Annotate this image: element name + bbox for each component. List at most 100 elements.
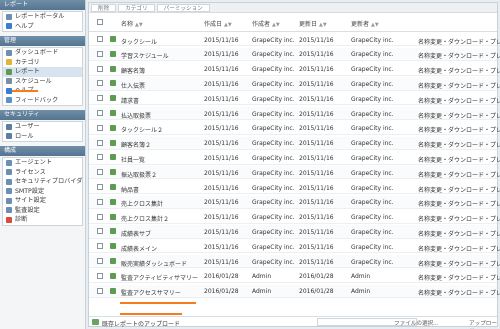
row-actions[interactable]: 名称変更・ダウンロード・プレビュー: [418, 185, 500, 194]
sidebar-item[interactable]: フィードバック: [3, 96, 82, 106]
delete-button[interactable]: 削除: [91, 4, 117, 12]
row-checkbox[interactable]: [97, 272, 103, 279]
row-checkbox[interactable]: [97, 95, 103, 102]
row-checkbox[interactable]: [97, 258, 103, 264]
table-row[interactable]: 成績表メイン 2015/11/16 GrapeCity inc. 2015/11/16…: [89, 240, 500, 254]
table-row[interactable]: 売上クロス集計２ 2015/11/16 GrapeCity inc. 2015/11/…: [89, 211, 500, 224]
col-created[interactable]: 作成日 ▲▼: [204, 19, 232, 28]
report-name-link[interactable]: 社員一覧: [121, 155, 145, 164]
table-row[interactable]: 監査アクセスサマリー 2016/01/28 Admin 2016/01/28 Admin…: [89, 284, 500, 298]
row-actions[interactable]: 名称変更・ダウンロード・プレビュー: [418, 66, 500, 75]
table-row[interactable]: 仕入伝票 2015/11/16 GrapeCity inc. 2015/11/16 Gr…: [89, 77, 500, 91]
row-actions[interactable]: 名称変更・ダウンロード・プレビュー: [418, 288, 500, 297]
table-row[interactable]: 社員一覧 2015/11/16 GrapeCity inc. 2015/11/16 Gr…: [89, 151, 500, 165]
row-checkbox[interactable]: [97, 36, 103, 42]
row-actions[interactable]: 名称変更・ダウンロード・プレビュー: [418, 96, 500, 105]
table-row[interactable]: 監査アクティビティサマリー 2016/01/28 Admin 2016/01/28 Ad…: [89, 270, 500, 284]
table-row[interactable]: 顧客名簿 2015/11/16 GrapeCity inc. 2015/11/16 Gr…: [89, 63, 500, 76]
sidebar-item[interactable]: ダッシュボード: [3, 48, 82, 58]
row-checkbox[interactable]: [97, 65, 103, 72]
row-checkbox[interactable]: [97, 154, 103, 161]
row-checkbox[interactable]: [97, 139, 103, 146]
report-name-link[interactable]: 売上クロス集計２: [121, 214, 169, 223]
row-checkbox[interactable]: [97, 50, 103, 57]
report-name-link[interactable]: 成績表メイン: [121, 244, 157, 253]
report-name-link[interactable]: 顧客名簿: [121, 66, 145, 75]
sidebar-item[interactable]: ユーザー: [3, 122, 82, 132]
table-row[interactable]: 払込取扱票 2015/11/16 GrapeCity inc. 2015/11/16 G…: [89, 107, 500, 121]
row-actions[interactable]: 名称変更・ダウンロード・プレビュー: [418, 259, 500, 268]
report-name-link[interactable]: タックシール: [121, 37, 157, 46]
sidebar-item[interactable]: ヘルプ: [3, 22, 82, 32]
report-name-link[interactable]: 売上クロス集計: [121, 199, 163, 208]
category-button[interactable]: カテゴリ: [118, 4, 155, 12]
col-creator[interactable]: 作成者 ▲▼: [252, 19, 280, 28]
sidebar-item[interactable]: セキュリティプロバイダ: [3, 177, 82, 187]
report-name-link[interactable]: 監査アクセスサマリー: [121, 288, 181, 297]
sidebar-section: ユーザー ロール: [2, 121, 83, 142]
row-checkbox[interactable]: [97, 228, 103, 235]
row-actions[interactable]: 名称変更・ダウンロード・プレビュー: [418, 111, 500, 120]
row-actions[interactable]: 名称変更・ダウンロード・プレビュー: [418, 155, 500, 164]
row-actions[interactable]: 名称変更・ダウンロード・プレビュー: [418, 214, 500, 223]
row-checkbox[interactable]: [97, 184, 103, 190]
col-updated[interactable]: 更新日 ▲▼: [299, 19, 327, 28]
row-checkbox[interactable]: [97, 80, 103, 87]
row-actions[interactable]: 名称変更・ダウンロード・プレビュー: [418, 229, 500, 238]
permission-button[interactable]: パーミッション: [156, 4, 210, 12]
table-row[interactable]: 成績表サブ 2015/11/16 GrapeCity inc. 2015/11/16 G…: [89, 225, 500, 239]
row-checkbox[interactable]: [97, 213, 103, 220]
row-actions[interactable]: 名称変更・ダウンロード・プレビュー: [418, 140, 500, 149]
table-row[interactable]: 学習スケジュール 2015/11/16 GrapeCity inc. 2015/11/…: [89, 47, 500, 62]
table-row[interactable]: 販売実績ダッシュボード 2015/11/16 GrapeCity inc. 2015/…: [89, 255, 500, 269]
choose-file-button[interactable]: ファイルの選択...: [394, 319, 439, 327]
table-row[interactable]: 納品書 2015/11/16 GrapeCity inc. 2015/11/16 Gra…: [89, 181, 500, 195]
row-checkbox[interactable]: [97, 110, 103, 116]
report-name-link[interactable]: 払込取扱票: [121, 111, 151, 120]
report-name-link[interactable]: 振込取扱票２: [121, 170, 157, 179]
sidebar-item[interactable]: レポート: [3, 67, 82, 77]
row-actions[interactable]: 名称変更・ダウンロード・プレビュー: [418, 37, 500, 46]
sidebar-item[interactable]: サイト設定: [3, 196, 82, 206]
report-name-link[interactable]: 監査アクティビティサマリー: [121, 273, 198, 282]
row-checkbox[interactable]: [97, 243, 103, 250]
report-name-link[interactable]: 請求書: [121, 96, 139, 105]
report-name-link[interactable]: タックシール２: [121, 125, 163, 134]
table-row[interactable]: 売上クロス集計 2015/11/16 GrapeCity inc. 2015/11/1…: [89, 195, 500, 210]
sidebar-item[interactable]: 監査設定: [3, 206, 82, 216]
report-name-link[interactable]: 顧客名簿２: [121, 140, 151, 149]
sidebar-item[interactable]: SMTP設定: [3, 187, 82, 197]
sidebar-item[interactable]: ライセンス: [3, 168, 82, 178]
col-updater[interactable]: 更新者 ▲▼: [351, 19, 379, 28]
report-name-link[interactable]: 成績表サブ: [121, 229, 151, 238]
row-actions[interactable]: 名称変更・ダウンロード・プレビュー: [418, 170, 500, 179]
report-name-link[interactable]: 販売実績ダッシュボード: [121, 259, 187, 268]
row-actions[interactable]: 名称変更・ダウンロード・プレビュー: [418, 244, 500, 253]
row-actions[interactable]: 名称変更・ダウンロード・プレビュー: [418, 199, 500, 208]
row-checkbox[interactable]: [97, 287, 103, 294]
row-actions[interactable]: 名称変更・ダウンロード・プレビュー: [418, 81, 500, 90]
sidebar-item[interactable]: エージェント: [3, 158, 82, 168]
sidebar-item[interactable]: レポートポータル: [3, 12, 82, 22]
table-row[interactable]: 請求書 2015/11/16 GrapeCity inc. 2015/11/16 Gra…: [89, 92, 500, 106]
report-name-link[interactable]: 仕入伝票: [121, 81, 145, 90]
row-checkbox[interactable]: [97, 198, 103, 205]
table-row[interactable]: 振込取扱票２ 2015/11/16 GrapeCity inc. 2015/11/16…: [89, 166, 500, 180]
report-name-link[interactable]: 学習スケジュール: [121, 51, 169, 60]
row-checkbox[interactable]: [97, 169, 103, 176]
row-actions[interactable]: 名称変更・ダウンロード・プレビュー: [418, 125, 500, 134]
sidebar-item[interactable]: ロール: [3, 132, 82, 142]
upload-button[interactable]: アップロード: [469, 319, 497, 329]
sidebar-item[interactable]: スケジュール: [3, 77, 82, 87]
sidebar-item[interactable]: カテゴリ: [3, 58, 82, 68]
table-row[interactable]: タックシール 2015/11/16 GrapeCity inc. 2015/11/16…: [89, 33, 500, 47]
table-row[interactable]: タックシール２ 2015/11/16 GrapeCity inc. 2015/11/1…: [89, 122, 500, 136]
row-actions[interactable]: 名称変更・ダウンロード・プレビュー: [418, 273, 500, 282]
report-name-link[interactable]: 納品書: [121, 185, 139, 194]
table-row[interactable]: 顧客名簿２ 2015/11/16 GrapeCity inc. 2015/11/16 G…: [89, 136, 500, 150]
row-checkbox[interactable]: [97, 124, 103, 131]
sidebar-item[interactable]: 診断: [3, 215, 82, 225]
row-actions[interactable]: 名称変更・ダウンロード・プレビュー: [418, 51, 500, 60]
select-all-checkbox[interactable]: [97, 19, 103, 25]
col-name[interactable]: 名称 ▲▼: [121, 19, 143, 28]
